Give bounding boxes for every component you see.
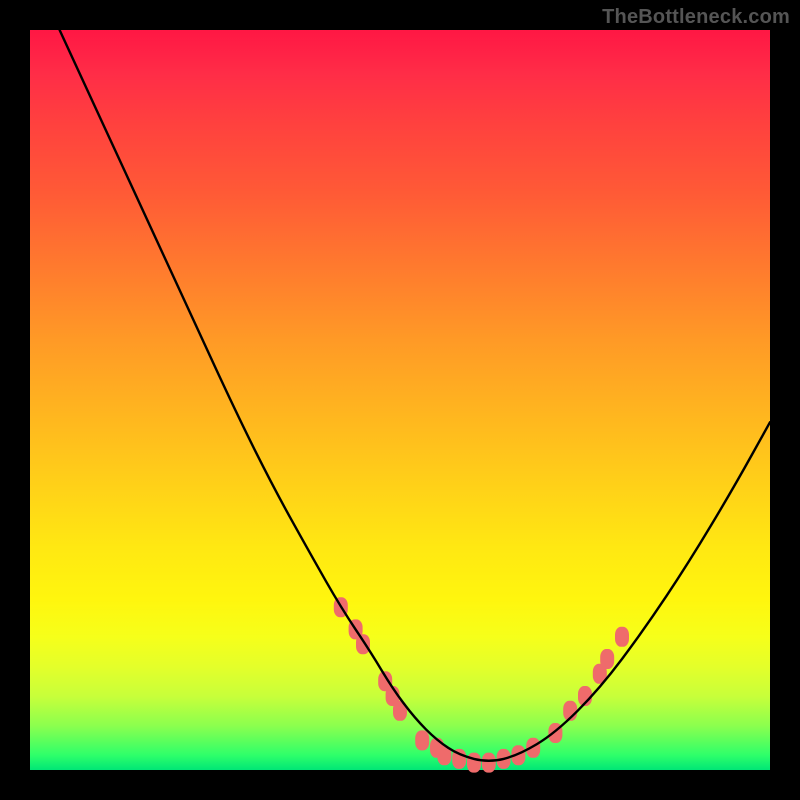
bottleneck-curve	[60, 30, 770, 761]
marker-point	[615, 627, 629, 647]
chart-frame: TheBottleneck.com	[0, 0, 800, 800]
chart-svg	[30, 30, 770, 770]
marker-point	[467, 753, 481, 773]
marker-point	[482, 753, 496, 773]
marker-point	[415, 730, 429, 750]
plot-area	[30, 30, 770, 770]
marker-point	[600, 649, 614, 669]
marker-point	[356, 634, 370, 654]
attribution-label: TheBottleneck.com	[602, 6, 790, 29]
marker-group	[334, 597, 629, 772]
